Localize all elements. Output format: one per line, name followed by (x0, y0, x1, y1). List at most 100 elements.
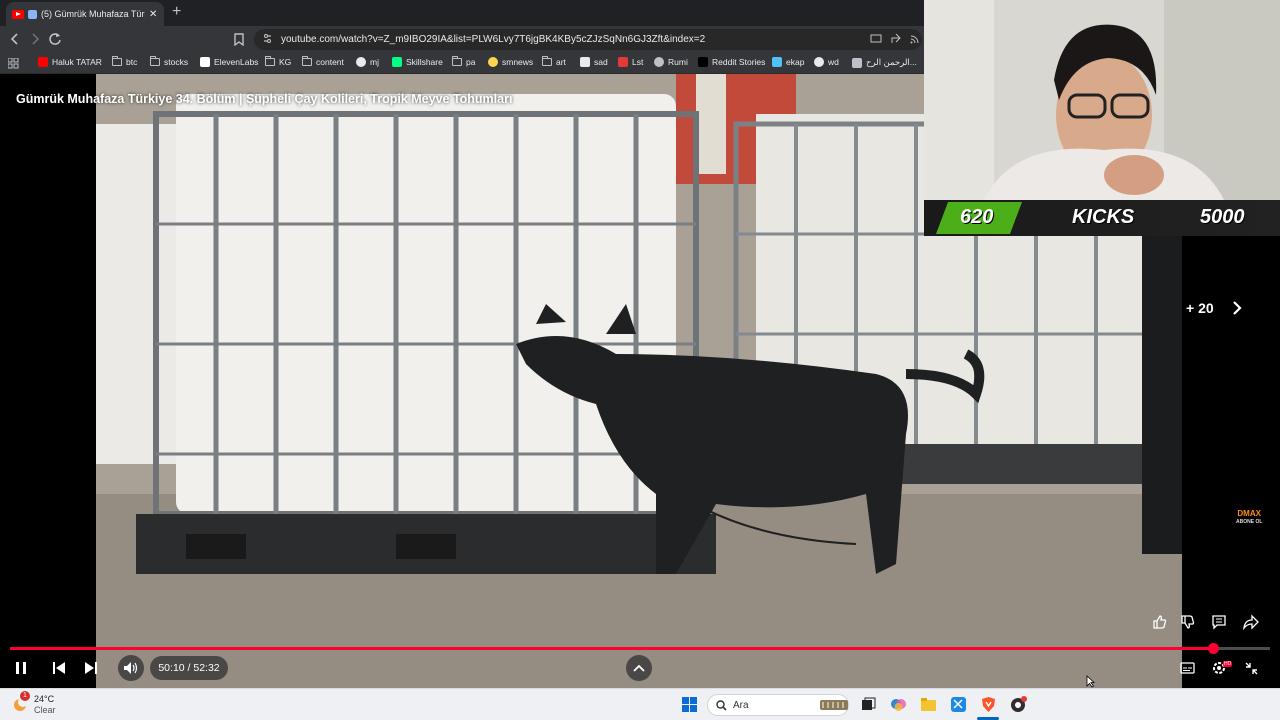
weather-temp: 24°C (34, 694, 55, 704)
bookmark-label: smnews (502, 57, 534, 67)
skip-forward-button[interactable]: + 20 (1186, 300, 1242, 316)
bookmark-item[interactable]: ekap (772, 57, 804, 67)
bookmark-item[interactable]: KG (265, 56, 292, 67)
obs-icon[interactable] (1010, 696, 1027, 713)
share-icon[interactable] (890, 33, 902, 44)
folder-icon (265, 56, 275, 66)
bookmark-label: btc (126, 57, 138, 67)
bookmark-label: sad (594, 57, 608, 67)
watermark-subscribe: ABONE OL (1236, 519, 1263, 525)
bookmark-item[interactable]: Skillshare (392, 57, 443, 67)
bookmark-label: Lst (632, 57, 644, 67)
bookmark-item[interactable]: Rumi (654, 57, 688, 67)
share-icon[interactable] (1243, 614, 1259, 630)
bookmark-label: content (316, 57, 344, 67)
tab-title: (5) Gümrük Muhafaza Türkiye (41, 9, 145, 19)
bookmark-item[interactable]: ElevenLabs (200, 57, 258, 67)
expand-up-button[interactable] (626, 655, 652, 681)
bookmark-item[interactable]: Reddit Stories (698, 57, 765, 67)
search-icon (716, 700, 727, 711)
bookmark-label: الرحمن الرح... (866, 57, 917, 67)
dislike-icon[interactable] (1180, 614, 1196, 630)
bookmark-item[interactable]: content (302, 56, 344, 67)
previous-icon[interactable] (52, 661, 66, 675)
video-title[interactable]: Gümrük Muhafaza Türkiye 34. Bölüm | Şüph… (16, 92, 512, 106)
volume-button[interactable] (118, 655, 144, 681)
weather-condition: Clear (34, 705, 56, 715)
copilot-icon[interactable] (890, 696, 907, 713)
snipping-tool-icon[interactable] (950, 696, 967, 713)
chevron-up-icon (633, 664, 645, 672)
bookmark-label: Skillshare (406, 57, 443, 67)
bookmark-item[interactable]: Haluk TATAR (38, 57, 102, 67)
pause-icon[interactable] (14, 661, 28, 675)
like-icon[interactable] (1152, 614, 1168, 630)
comments-icon[interactable] (1211, 614, 1227, 630)
audio-playing-icon[interactable] (28, 9, 37, 19)
bookmark-item[interactable]: stocks (150, 56, 189, 67)
mouse-cursor-icon (1086, 675, 1095, 688)
s-icon (618, 57, 628, 67)
search-placeholder: Ara (733, 700, 749, 711)
browser-tab-bar: (5) Gümrük Muhafaza Türkiye ✕ + (0, 0, 924, 26)
time-display: 50:10 / 52:32 (150, 656, 228, 680)
file-explorer-icon[interactable] (920, 696, 937, 713)
score-label: KICKS (1072, 206, 1135, 228)
site-info-icon[interactable] (262, 33, 273, 44)
forward-icon[interactable] (30, 33, 40, 45)
bookmark-label: KG (279, 57, 292, 67)
brave-browser-icon[interactable] (980, 696, 997, 713)
windows-start-icon[interactable] (682, 697, 699, 714)
weather-widget[interactable]: 1 (12, 691, 30, 713)
bookmark-label: pa (466, 57, 476, 67)
new-tab-button[interactable]: + (172, 3, 181, 21)
exit-fullscreen-icon[interactable] (1245, 662, 1258, 675)
youtube-icon (12, 9, 24, 19)
browser-tab[interactable]: (5) Gümrük Muhafaza Türkiye ✕ (6, 2, 164, 26)
score-current: 620 (960, 206, 994, 228)
close-icon[interactable]: ✕ (149, 9, 157, 20)
address-bar[interactable]: youtube.com/watch?v=Z_m9IBO29IA&list=PLW… (254, 29, 922, 50)
folder-icon (150, 56, 160, 66)
bookmark-item[interactable]: sad (580, 57, 608, 67)
bookmark-item[interactable]: smnews (488, 57, 533, 67)
bookmark-label: stocks (164, 57, 189, 67)
apps-icon[interactable] (8, 58, 19, 69)
bookmark-item[interactable]: Lst (618, 57, 643, 67)
webcam-overlay (924, 0, 1280, 200)
bookmark-item[interactable]: pa (452, 56, 476, 67)
bookmark-item[interactable]: wd (814, 57, 839, 67)
weather-alert-badge: 1 (20, 691, 30, 701)
bookmark-item[interactable]: btc (112, 56, 138, 67)
url-text[interactable]: youtube.com/watch?v=Z_m9IBO29IA&list=PLW… (281, 34, 705, 45)
subtitles-icon[interactable] (1180, 662, 1195, 674)
bookmarks-bar: Haluk TATAR btc stocks ElevenLabs KG content m… (0, 53, 924, 74)
streamer-webcam-image (924, 0, 1280, 200)
back-icon[interactable] (10, 33, 20, 45)
bookmark-item[interactable]: الرحمن الرح... (852, 57, 917, 68)
youtube-icon (38, 57, 48, 67)
folder-icon (452, 56, 462, 66)
hd-badge: HD (1223, 661, 1233, 667)
task-view-icon[interactable] (860, 696, 877, 713)
progress-bar[interactable] (10, 643, 1270, 654)
install-icon[interactable] (870, 33, 882, 44)
bookmark-icon[interactable] (234, 33, 244, 46)
bookmark-item[interactable]: art (542, 56, 566, 67)
next-icon[interactable] (84, 661, 98, 675)
rss-icon[interactable] (909, 33, 921, 44)
taskbar-search[interactable]: Ara (707, 694, 849, 716)
reload-icon[interactable] (48, 32, 62, 46)
search-highlight-icon (820, 700, 848, 710)
skillshare-icon (392, 57, 402, 67)
bookmark-label: mj (370, 57, 379, 67)
d-icon (698, 57, 708, 67)
channel-watermark[interactable]: DMAX ABONE OL (1236, 510, 1262, 526)
windows-taskbar: 1 24°C Clear Ara (0, 688, 1280, 720)
folder-icon (112, 56, 122, 66)
bookmark-label: Rumi (668, 57, 688, 67)
bookmark-item[interactable]: mj (356, 57, 379, 67)
folder-icon (542, 56, 552, 66)
globe-icon (654, 57, 664, 67)
bookmark-label: wd (828, 57, 839, 67)
